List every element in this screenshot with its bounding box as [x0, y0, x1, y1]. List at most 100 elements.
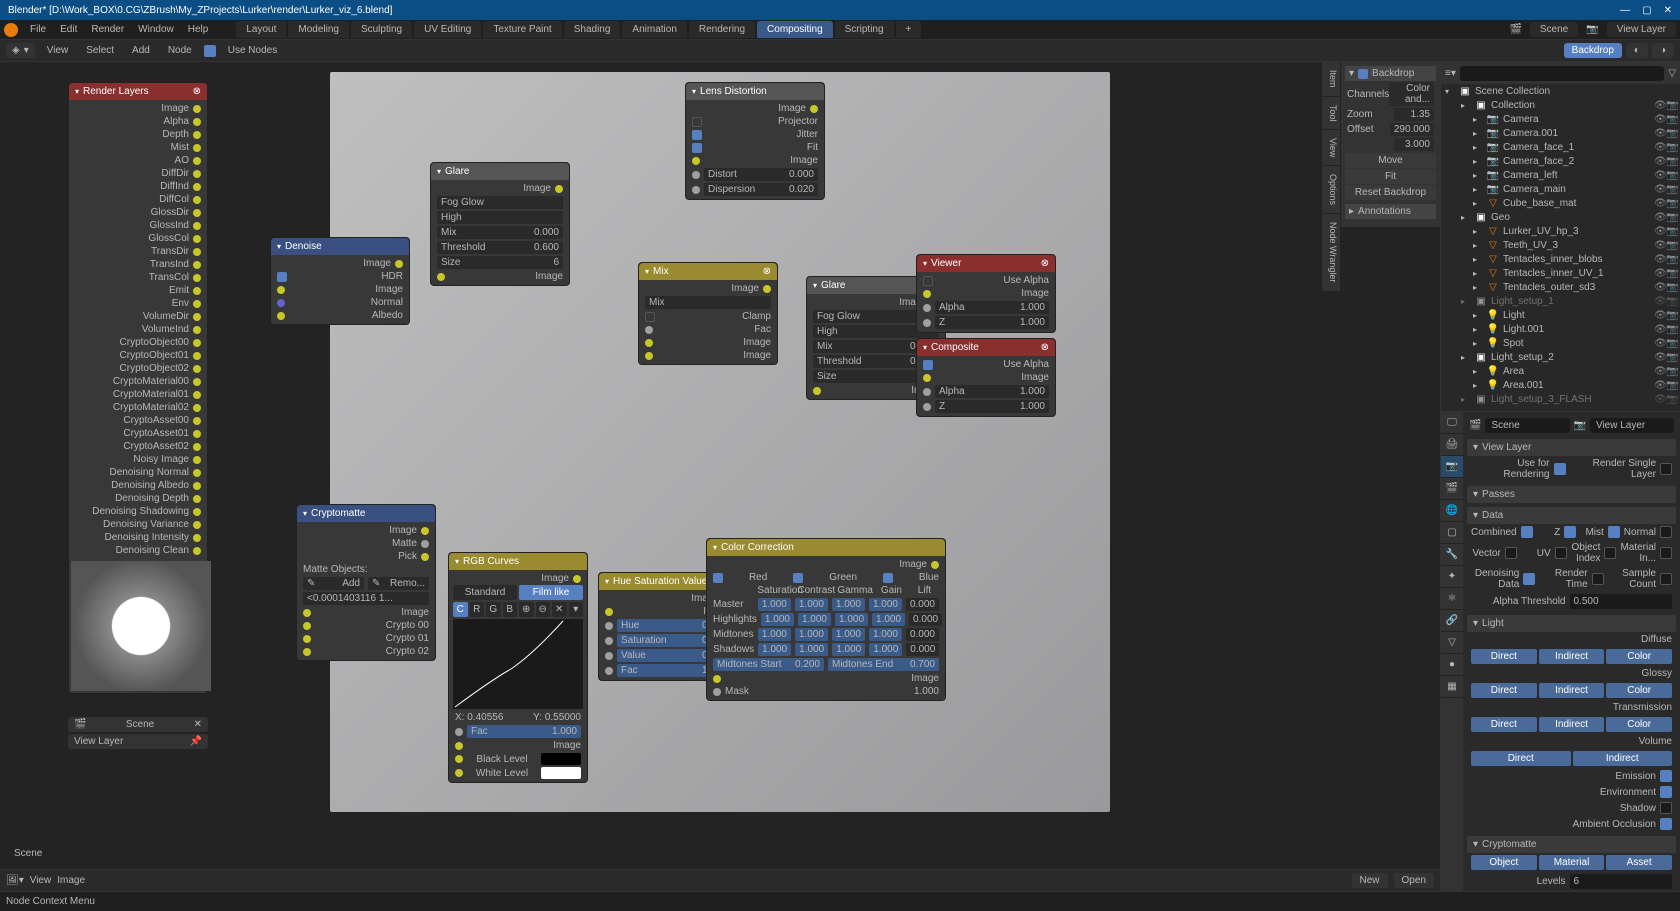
menu-view[interactable]: View	[41, 43, 75, 58]
channel-b[interactable]: B	[503, 602, 518, 617]
curve-editor[interactable]	[453, 619, 583, 709]
ao-checkbox[interactable]	[1660, 818, 1672, 830]
visibility-icon[interactable]: 👁	[1654, 310, 1664, 321]
visibility-icon[interactable]: 👁	[1654, 352, 1664, 363]
diffuse-direct-btn[interactable]: Direct	[1471, 649, 1537, 664]
render-icon[interactable]: 📷	[1666, 394, 1676, 405]
objindex-checkbox[interactable]	[1604, 547, 1616, 559]
visibility-icon[interactable]: 👁	[1654, 142, 1664, 153]
tab-modeling[interactable]: Modeling	[288, 21, 349, 38]
filter-icon[interactable]: ▽	[1668, 68, 1676, 79]
menu-select[interactable]: Select	[80, 43, 120, 58]
cc-value-field[interactable]: 0.000	[906, 643, 939, 656]
scene-selector[interactable]: Scene	[1530, 22, 1578, 37]
menu-render[interactable]: Render	[85, 22, 130, 37]
output-socket[interactable]: CryptoMaterial01	[73, 388, 203, 401]
render-icon[interactable]: 📷	[1666, 310, 1676, 321]
white-color-swatch[interactable]	[541, 767, 581, 779]
editor-type-dropdown[interactable]: ◈ ▾	[6, 43, 35, 58]
fit-checkbox[interactable]	[692, 143, 702, 153]
minimize-icon[interactable]: —	[1620, 5, 1630, 16]
tab-layout[interactable]: Layout	[236, 21, 286, 38]
outliner-item[interactable]: ▸💡Light👁📷	[1441, 308, 1680, 322]
viewlayer-panel-header[interactable]: ▾View Layer	[1467, 439, 1676, 456]
visibility-icon[interactable]: 👁	[1654, 282, 1664, 293]
offset-y-field[interactable]: 3.000	[1394, 138, 1434, 151]
visibility-icon[interactable]: 👁	[1654, 240, 1664, 251]
standard-btn[interactable]: Standard	[453, 585, 517, 600]
menu-edit[interactable]: Edit	[54, 22, 83, 37]
tab-compositing[interactable]: Compositing	[757, 21, 833, 38]
menu-file[interactable]: File	[24, 22, 52, 37]
header-btn-2[interactable]: ◑	[1652, 43, 1674, 58]
outliner-item[interactable]: ▸💡Area.001👁📷	[1441, 378, 1680, 392]
output-socket[interactable]: CryptoObject02	[73, 362, 203, 375]
cc-value-field[interactable]: 1.000	[869, 628, 902, 641]
tab-shading[interactable]: Shading	[564, 21, 621, 38]
outliner-item[interactable]: ▸▽Lurker_UV_hp_3👁📷	[1441, 224, 1680, 238]
proptab-modifier[interactable]: 🔧	[1441, 544, 1463, 566]
z-checkbox[interactable]	[1564, 526, 1576, 538]
node-render-layers[interactable]: ▾Render Layers⊗ ImageAlphaDepthMistAODif…	[68, 82, 208, 694]
render-icon[interactable]: 📷	[1666, 100, 1676, 111]
channel-r[interactable]: R	[470, 602, 485, 617]
render-icon[interactable]: 📷	[1666, 114, 1676, 125]
output-socket[interactable]: Env	[73, 297, 203, 310]
proptab-particles[interactable]: ✦	[1441, 566, 1463, 588]
render-single-checkbox[interactable]	[1660, 463, 1672, 475]
node-cryptomatte[interactable]: ▾Cryptomatte Image Matte Pick Matte Obje…	[296, 504, 436, 661]
blue-checkbox[interactable]	[883, 573, 893, 583]
node-glare-1[interactable]: ▾Glare Image Fog Glow High Mix0.000 Thre…	[430, 162, 570, 286]
diffuse-indirect-btn[interactable]: Indirect	[1539, 649, 1605, 664]
proptab-physics[interactable]: ⚛	[1441, 588, 1463, 610]
trans-direct-btn[interactable]: Direct	[1471, 717, 1537, 732]
node-lens-distortion[interactable]: ▾Lens Distortion Image Projector Jitter …	[685, 82, 825, 200]
data-panel-header[interactable]: ▾Data	[1467, 507, 1676, 524]
visibility-icon[interactable]: 👁	[1654, 198, 1664, 209]
output-socket[interactable]: Mist	[73, 141, 203, 154]
outliner-item[interactable]: ▸▣Geo👁📷	[1441, 210, 1680, 224]
output-socket[interactable]: Alpha	[73, 115, 203, 128]
visibility-icon[interactable]: 👁	[1654, 366, 1664, 377]
output-socket[interactable]: AO	[73, 154, 203, 167]
sidetab-item[interactable]: Item	[1322, 62, 1340, 97]
render-icon[interactable]: 📷	[1666, 282, 1676, 293]
output-socket[interactable]: Denoising Shadowing	[73, 505, 203, 518]
cc-value-field[interactable]: 1.000	[758, 628, 791, 641]
output-socket[interactable]: VolumeDir	[73, 310, 203, 323]
output-socket[interactable]: CryptoObject01	[73, 349, 203, 362]
emission-checkbox[interactable]	[1660, 770, 1672, 782]
use-alpha-checkbox[interactable]	[923, 360, 933, 370]
filmlike-btn[interactable]: Film like	[519, 585, 583, 600]
output-socket[interactable]: Image	[73, 102, 203, 115]
crypto-object-btn[interactable]: Object	[1471, 855, 1537, 870]
curve-tool-4[interactable]: ▾	[569, 602, 584, 617]
outliner-item[interactable]: ▸▣Light_setup_3_FLASH👁📷	[1441, 392, 1680, 406]
tab-uv[interactable]: UV Editing	[414, 21, 481, 38]
levels-field[interactable]: 6	[1570, 874, 1673, 889]
cc-value-field[interactable]: 1.000	[798, 613, 831, 626]
output-socket[interactable]: CryptoAsset00	[73, 414, 203, 427]
denoising-data-checkbox[interactable]	[1523, 573, 1535, 585]
proptab-data[interactable]: ▽	[1441, 632, 1463, 654]
output-socket[interactable]: CryptoAsset01	[73, 427, 203, 440]
visibility-icon[interactable]: 👁	[1654, 394, 1664, 405]
proptab-texture[interactable]: ▦	[1441, 676, 1463, 698]
channel-c[interactable]: C	[453, 602, 468, 617]
black-color-swatch[interactable]	[541, 753, 581, 765]
outliner-item[interactable]: ▸📷Camera_main👁📷	[1441, 182, 1680, 196]
output-socket[interactable]: Denoising Normal	[73, 466, 203, 479]
cc-value-field[interactable]: 1.000	[869, 598, 902, 611]
outliner-item[interactable]: ▸▽Tentacles_outer_sd3👁📷	[1441, 280, 1680, 294]
outliner-item[interactable]: ▸▽Tentacles_inner_UV_1👁📷	[1441, 266, 1680, 280]
output-socket[interactable]: DiffCol	[73, 193, 203, 206]
viewlayer-selector-node[interactable]: View Layer📌	[68, 734, 208, 749]
render-icon[interactable]: 📷	[1666, 184, 1676, 195]
fit-button[interactable]: Fit	[1345, 169, 1436, 184]
render-icon[interactable]: 📷	[1666, 198, 1676, 209]
output-socket[interactable]: TransDir	[73, 245, 203, 258]
output-socket[interactable]: CryptoMaterial00	[73, 375, 203, 388]
cc-value-field[interactable]: 0.000	[906, 598, 939, 611]
environment-checkbox[interactable]	[1660, 786, 1672, 798]
output-socket[interactable]: Emit	[73, 284, 203, 297]
